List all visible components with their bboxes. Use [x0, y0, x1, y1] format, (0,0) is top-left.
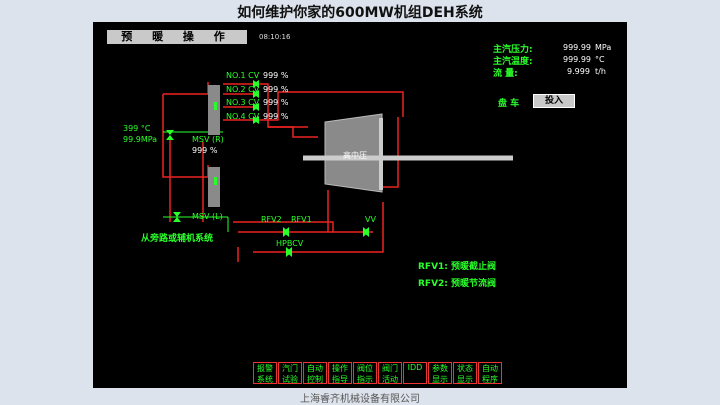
- cv4-name: NO.4 CV: [226, 112, 260, 121]
- inlet-pressure: 99.9MPa: [123, 135, 158, 144]
- header-title: 预 暖 操 作: [107, 30, 247, 44]
- legend-rfv1: RFV1: 预暖截止阀: [418, 262, 497, 272]
- cv3-value: 999 %: [263, 98, 289, 107]
- msv-r-value: 999 %: [192, 146, 218, 155]
- flow-label: 流 量:: [493, 69, 518, 79]
- slide-title: 如何维护你家的600MW机组DEH系统: [237, 5, 483, 21]
- rfv1-label: RFV1: [291, 215, 312, 224]
- nav-button-valve-test[interactable]: 汽门试验: [278, 362, 302, 384]
- cv1-value: 999 %: [263, 71, 289, 80]
- nav-button-alarm[interactable]: 报警系统: [253, 362, 277, 384]
- nav-button-status[interactable]: 状态显示: [453, 362, 477, 384]
- cv1-name: NO.1 CV: [226, 71, 260, 80]
- flow-unit: t/h: [595, 67, 606, 76]
- slide-footer: 上海睿齐机械设备有限公司: [300, 394, 420, 405]
- legend-rfv2: RFV2: 预暖节流阀: [418, 279, 497, 289]
- valve-body-lower: [208, 167, 220, 207]
- deh-screen: 预 暖 操 作 08:10:16 主汽压力: 999.99 MPa 主汽温度: …: [93, 22, 627, 388]
- nav-button-guide[interactable]: 操作指导: [328, 362, 352, 384]
- nav-button-parameters[interactable]: 参数显示: [428, 362, 452, 384]
- cv3-name: NO.3 CV: [226, 98, 260, 107]
- main-steam-temp-value: 999.99: [563, 55, 591, 64]
- hpbcv-label: HPBCV: [276, 239, 304, 248]
- bypass-label: 从旁路或辅机系统: [141, 234, 214, 244]
- nav-button-valve-activity[interactable]: 阀门活动: [378, 362, 402, 384]
- inlet-temp: 399 °C: [123, 124, 151, 133]
- msv-r-name: MSV (R): [192, 135, 224, 144]
- cv2-name: NO.2 CV: [226, 85, 260, 94]
- cv4-value: 999 %: [263, 112, 289, 121]
- nav-button-valve-position[interactable]: 阀位指示: [353, 362, 377, 384]
- turning-status-button[interactable]: 投入: [533, 94, 575, 108]
- cv2-value: 999 %: [263, 85, 289, 94]
- turbine-label: 高中压: [343, 151, 367, 160]
- pipe-diagram: [162, 80, 513, 262]
- main-steam-pressure-unit: MPa: [595, 43, 612, 52]
- time-label: 08:10:16: [259, 33, 291, 41]
- turning-label: 盘 车: [498, 99, 520, 109]
- nav-button-auto-control[interactable]: 自动控制: [303, 362, 327, 384]
- main-steam-temp-unit: °C: [595, 55, 605, 64]
- main-steam-pressure-value: 999.99: [563, 43, 591, 52]
- nav-button-auto-program[interactable]: 自动程序: [478, 362, 502, 384]
- vv-label: VV: [365, 215, 376, 224]
- flow-value: 9.999: [567, 67, 590, 76]
- msv-l-name: MSV (L): [192, 212, 223, 221]
- nav-button-idd[interactable]: IDD: [403, 362, 427, 384]
- rfv2-label: RFV2: [261, 215, 282, 224]
